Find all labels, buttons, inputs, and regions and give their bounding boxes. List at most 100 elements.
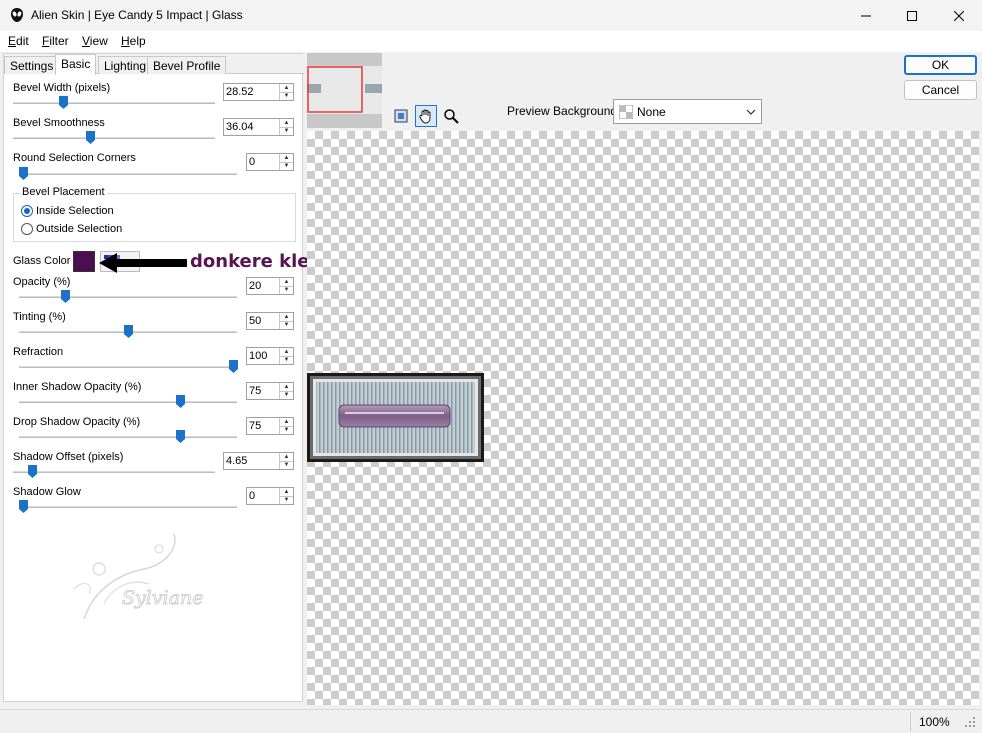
inner-shadow-value[interactable]: 75 bbox=[247, 383, 279, 399]
bevel-placement-group: Bevel Placement Inside Selection Outside… bbox=[13, 186, 296, 242]
spin-down-icon[interactable]: ▼ bbox=[280, 460, 293, 470]
sylviane-watermark: Sylviane bbox=[73, 533, 204, 620]
spin-up-icon[interactable]: ▲ bbox=[280, 313, 293, 321]
bevel-width-value[interactable]: 28.52 bbox=[224, 84, 279, 100]
spin-down-icon[interactable]: ▼ bbox=[280, 355, 293, 365]
spin-up-icon[interactable]: ▲ bbox=[280, 278, 293, 286]
tinting-label: Tinting (%) bbox=[13, 311, 66, 323]
spin-down-icon[interactable]: ▼ bbox=[280, 425, 293, 435]
opacity-slider-thumb[interactable] bbox=[61, 290, 70, 303]
spin-up-icon[interactable]: ▲ bbox=[280, 119, 293, 127]
preview-tools bbox=[390, 105, 462, 127]
bevel-smoothness-value[interactable]: 36.04 bbox=[224, 119, 279, 135]
inner-shadow-spinner[interactable]: 75 ▲ ▼ bbox=[246, 382, 294, 400]
bevel-width-slider-thumb[interactable] bbox=[59, 96, 68, 109]
shadow-offset-spinner[interactable]: 4.65 ▲ ▼ bbox=[223, 452, 294, 470]
round-corners-spinner[interactable]: 0 ▲ ▼ bbox=[246, 153, 294, 171]
outside-selection-label: Outside Selection bbox=[36, 223, 123, 235]
inside-selection-option[interactable]: Inside Selection bbox=[21, 205, 114, 217]
shadow-offset-value[interactable]: 4.65 bbox=[224, 453, 279, 469]
spin-up-icon[interactable]: ▲ bbox=[280, 418, 293, 426]
tab-basic[interactable]: Basic bbox=[55, 54, 97, 75]
preview-background-dropdown[interactable]: None bbox=[613, 99, 762, 124]
spin-down-icon[interactable]: ▼ bbox=[280, 126, 293, 136]
spin-down-icon[interactable]: ▼ bbox=[280, 285, 293, 295]
menu-help[interactable]: Help bbox=[121, 34, 146, 48]
drop-shadow-value[interactable]: 75 bbox=[247, 418, 279, 434]
bevel-width-spinner[interactable]: 28.52 ▲ ▼ bbox=[223, 83, 294, 101]
spin-down-icon[interactable]: ▼ bbox=[280, 390, 293, 400]
spin-up-icon[interactable]: ▲ bbox=[280, 383, 293, 391]
drop-shadow-spinner[interactable]: 75 ▲ ▼ bbox=[246, 417, 294, 435]
bevel-smoothness-track[interactable] bbox=[13, 137, 215, 139]
menu-edit[interactable]: Edit bbox=[8, 34, 29, 48]
title-bar: Alien Skin | Eye Candy 5 Impact | Glass bbox=[0, 0, 982, 31]
shadow-glow-value[interactable]: 0 bbox=[247, 488, 279, 504]
bevel-width-label: Bevel Width (pixels) bbox=[13, 82, 111, 94]
bevel-width-track[interactable] bbox=[13, 102, 215, 104]
spin-down-icon[interactable]: ▼ bbox=[280, 161, 293, 171]
spin-down-icon[interactable]: ▼ bbox=[280, 91, 293, 101]
spin-up-icon[interactable]: ▲ bbox=[280, 154, 293, 162]
glass-color-swatch[interactable] bbox=[73, 251, 95, 272]
tab-settings[interactable]: Settings bbox=[4, 56, 60, 74]
close-button[interactable] bbox=[936, 0, 982, 31]
bevel-smoothness-spinner[interactable]: 36.04 ▲ ▼ bbox=[223, 118, 294, 136]
spin-up-icon[interactable]: ▲ bbox=[280, 488, 293, 496]
zoom-tool-button[interactable] bbox=[440, 105, 462, 127]
shadow-glow-spinner[interactable]: 0 ▲ ▼ bbox=[246, 487, 294, 505]
cancel-button[interactable]: Cancel bbox=[904, 80, 977, 100]
minimize-button[interactable] bbox=[843, 0, 889, 31]
ok-button[interactable]: OK bbox=[904, 55, 977, 75]
hand-tool-button[interactable] bbox=[415, 105, 437, 127]
zoom-to-fit-button[interactable] bbox=[390, 105, 412, 127]
preview-canvas[interactable] bbox=[307, 131, 979, 705]
inner-shadow-slider-thumb[interactable] bbox=[176, 395, 185, 408]
opacity-track[interactable] bbox=[19, 296, 237, 298]
refraction-slider-thumb[interactable] bbox=[229, 360, 238, 373]
glass-effect-preview-image bbox=[307, 373, 484, 462]
settings-panel: Settings Basic Lighting Bevel Profile Be… bbox=[3, 53, 331, 702]
outside-selection-option[interactable]: Outside Selection bbox=[21, 223, 122, 235]
shadow-glow-track[interactable] bbox=[19, 506, 237, 508]
opacity-value[interactable]: 20 bbox=[247, 278, 279, 294]
tab-lighting[interactable]: Lighting bbox=[98, 56, 153, 74]
spin-down-icon[interactable]: ▼ bbox=[280, 320, 293, 330]
round-corners-slider-thumb[interactable] bbox=[19, 167, 28, 180]
hand-icon bbox=[419, 109, 431, 124]
spin-up-icon[interactable]: ▲ bbox=[280, 84, 293, 92]
menu-view[interactable]: View bbox=[82, 34, 108, 48]
status-bar: 100% bbox=[0, 709, 982, 733]
shadow-offset-track[interactable] bbox=[13, 471, 215, 473]
drop-shadow-slider-thumb[interactable] bbox=[176, 430, 185, 443]
spin-up-icon[interactable]: ▲ bbox=[280, 453, 293, 461]
tinting-spinner[interactable]: 50 ▲ ▼ bbox=[246, 312, 294, 330]
opacity-spinner[interactable]: 20 ▲ ▼ bbox=[246, 277, 294, 295]
refraction-spinner[interactable]: 100 ▲ ▼ bbox=[246, 347, 294, 365]
resize-grip-icon[interactable] bbox=[963, 715, 977, 729]
spin-up-icon[interactable]: ▲ bbox=[280, 348, 293, 356]
maximize-icon bbox=[907, 10, 917, 21]
round-corners-value[interactable]: 0 bbox=[247, 154, 279, 170]
spin-down-icon[interactable]: ▼ bbox=[280, 495, 293, 505]
bevel-smoothness-label: Bevel Smoothness bbox=[13, 117, 105, 129]
tinting-value[interactable]: 50 bbox=[247, 313, 279, 329]
inside-selection-radio[interactable] bbox=[21, 205, 33, 217]
tinting-slider-thumb[interactable] bbox=[124, 325, 133, 338]
zoom-fit-icon bbox=[394, 109, 408, 123]
refraction-track[interactable] bbox=[19, 366, 237, 368]
inner-shadow-track[interactable] bbox=[19, 401, 237, 403]
drop-shadow-track[interactable] bbox=[19, 436, 237, 438]
round-corners-track[interactable] bbox=[19, 173, 237, 175]
tab-bevel-profile[interactable]: Bevel Profile bbox=[147, 56, 227, 74]
maximize-button[interactable] bbox=[889, 0, 935, 31]
bevel-smoothness-slider-thumb[interactable] bbox=[86, 131, 95, 144]
svg-text:Sylviane: Sylviane bbox=[122, 587, 203, 609]
menu-filter[interactable]: Filter bbox=[42, 34, 69, 48]
refraction-value[interactable]: 100 bbox=[247, 348, 279, 364]
navigator-preview[interactable] bbox=[307, 53, 382, 128]
outside-selection-radio[interactable] bbox=[21, 223, 33, 235]
shadow-glow-slider-thumb[interactable] bbox=[19, 500, 28, 513]
zoom-level: 100% bbox=[919, 715, 950, 729]
shadow-offset-slider-thumb[interactable] bbox=[28, 465, 37, 478]
